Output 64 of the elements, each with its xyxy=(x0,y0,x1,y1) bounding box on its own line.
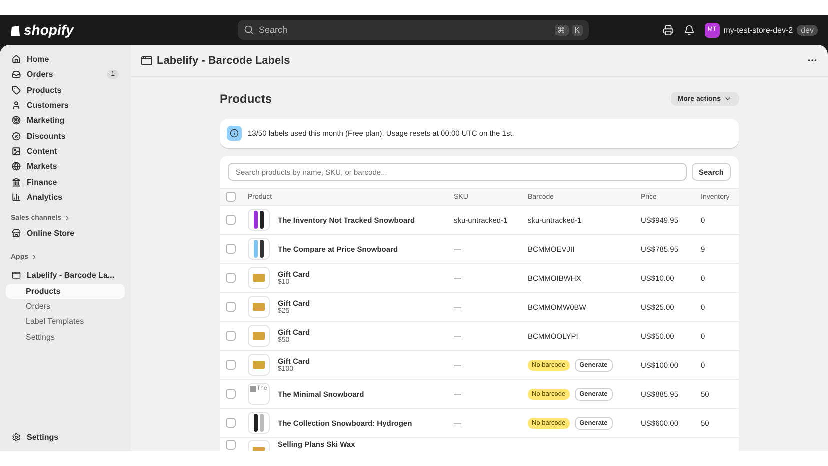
shopify-logo[interactable]: shopify xyxy=(10,22,238,38)
image-icon xyxy=(12,146,21,156)
sub-nav-item[interactable]: Orders xyxy=(6,298,125,314)
nav-item[interactable]: Online Store xyxy=(6,226,125,242)
inbox-icon xyxy=(12,70,21,80)
gift-card-icon xyxy=(253,361,265,369)
store-icon xyxy=(12,229,21,238)
home-icon xyxy=(12,55,21,64)
person-icon xyxy=(12,101,21,110)
nav-item[interactable]: Analytics xyxy=(6,190,125,205)
snowboard-icon xyxy=(254,414,264,432)
nav-item[interactable]: Settings xyxy=(6,430,125,445)
app-icon xyxy=(141,54,153,66)
search-placeholder: Search xyxy=(259,25,288,35)
app-icon xyxy=(12,271,21,280)
settings-icon xyxy=(12,432,21,442)
gift-card-icon xyxy=(253,332,265,340)
app-title: Labelify - Barcode Labels xyxy=(157,54,290,66)
tag-icon xyxy=(12,86,21,95)
checkbox[interactable] xyxy=(226,192,236,202)
broken-image-icon xyxy=(250,386,256,392)
nav-item[interactable]: Finance xyxy=(6,174,125,190)
chevron-icon xyxy=(724,95,732,103)
sub-nav-item[interactable]: Products xyxy=(6,284,125,299)
nav-item[interactable]: Customers xyxy=(6,98,125,114)
chevron-icon xyxy=(64,215,71,222)
app-nav-item[interactable]: Labelify - Barcode La... xyxy=(6,268,125,284)
globe-icon xyxy=(12,162,21,172)
nav-item[interactable]: Products xyxy=(6,82,125,98)
search-icon xyxy=(244,25,254,35)
snowboard-icon xyxy=(254,240,264,258)
bar-chart-icon xyxy=(12,192,21,202)
bell-icon[interactable] xyxy=(684,24,695,36)
info-icon xyxy=(227,126,242,141)
search-field[interactable]: Search ⌘ K xyxy=(238,20,589,40)
gift-card-icon xyxy=(253,303,265,311)
checkbox[interactable] xyxy=(226,331,236,341)
store-name[interactable]: my-test-store-dev-2 xyxy=(724,26,794,34)
nav-item[interactable]: Content xyxy=(6,144,125,160)
nav-item[interactable]: Home xyxy=(6,52,125,68)
sub-nav-item[interactable]: Label Templates xyxy=(6,314,125,330)
nav-item[interactable]: Markets xyxy=(6,159,125,174)
checkbox[interactable] xyxy=(226,273,236,283)
nav-item[interactable]: Marketing xyxy=(6,113,125,128)
checkbox[interactable] xyxy=(226,360,236,370)
checkbox[interactable] xyxy=(226,302,236,312)
checkbox[interactable] xyxy=(226,440,236,450)
shortcut-key: K xyxy=(572,24,583,36)
dev-badge: dev xyxy=(797,24,818,36)
checkbox[interactable] xyxy=(226,389,236,399)
gift-card-icon xyxy=(253,274,265,282)
sub-nav-item[interactable]: Settings xyxy=(6,329,125,345)
chevron-icon xyxy=(30,254,38,261)
printer-icon[interactable] xyxy=(662,24,674,36)
bank-icon xyxy=(12,178,21,187)
shortcut-key: ⌘ xyxy=(554,24,569,36)
target-icon xyxy=(12,116,21,126)
page-title: Products xyxy=(220,92,272,106)
checkbox[interactable] xyxy=(226,244,236,254)
snowboard-icon xyxy=(254,211,264,229)
checkbox[interactable] xyxy=(226,215,236,225)
checkbox[interactable] xyxy=(226,418,236,428)
discount-icon xyxy=(12,132,21,141)
nav-item[interactable]: Discounts xyxy=(6,128,125,144)
